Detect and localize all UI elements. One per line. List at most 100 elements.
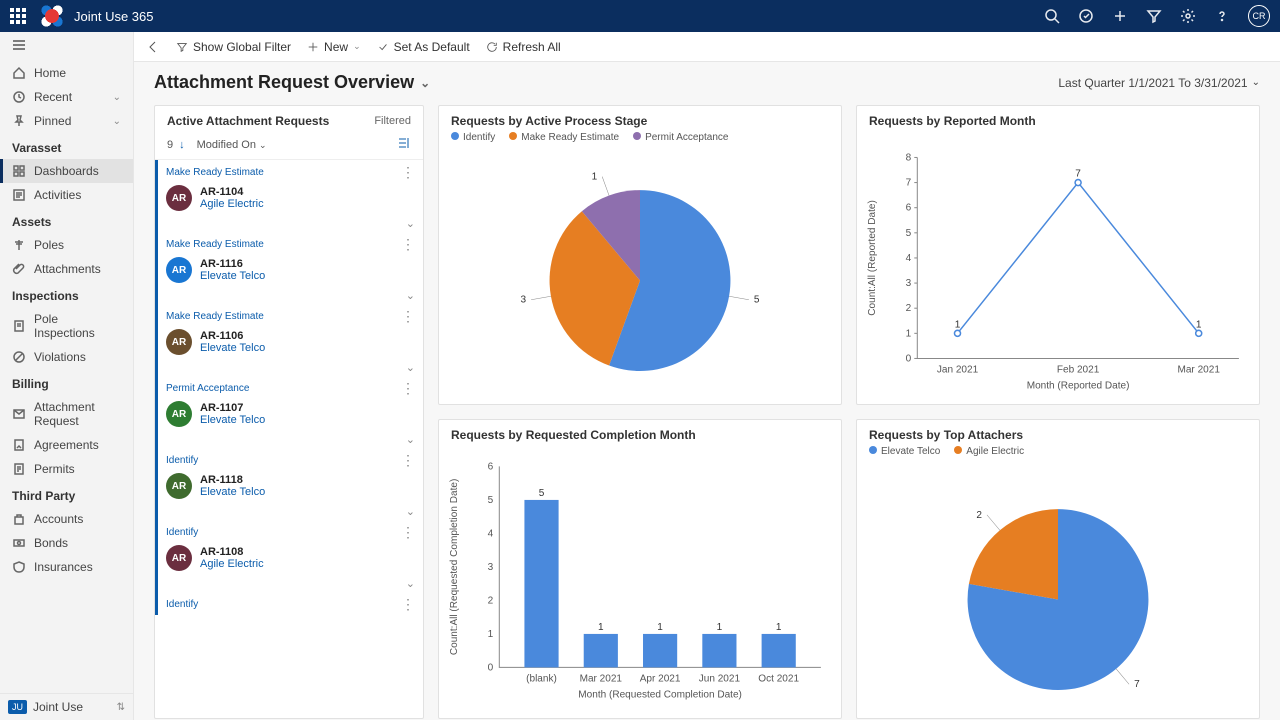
svg-text:3: 3	[488, 562, 494, 573]
svg-text:5: 5	[488, 495, 494, 506]
user-avatar[interactable]: CR	[1248, 5, 1270, 27]
sidebar-label: Attachment Request	[34, 400, 121, 428]
sidebar-item-attachments[interactable]: Attachments	[0, 257, 133, 281]
sort-arrow-icon[interactable]: ↓	[179, 139, 185, 151]
more-icon[interactable]: ⋮	[401, 236, 415, 253]
company-link[interactable]: Elevate Telco	[200, 270, 265, 282]
clock-icon	[12, 90, 26, 104]
list-group-header[interactable]: Permit Acceptance⋮	[158, 376, 423, 399]
set-default-button[interactable]: Set As Default	[377, 40, 470, 54]
app-logo	[38, 2, 66, 30]
waffle-icon[interactable]	[10, 8, 26, 24]
sidebar-item-dashboards[interactable]: Dashboards	[0, 159, 133, 183]
date-range[interactable]: Last Quarter 1/1/2021 To 3/31/2021⌄	[1058, 76, 1260, 90]
svg-text:8: 8	[906, 152, 912, 163]
sidebar-item-pole-inspections[interactable]: Pole Inspections	[0, 307, 133, 345]
show-global-filter-button[interactable]: Show Global Filter	[176, 40, 291, 54]
sidebar-section-varasset: Varasset	[0, 133, 133, 159]
record-id: AR-1104	[200, 186, 264, 198]
list-group-header[interactable]: Make Ready Estimate⋮	[158, 160, 423, 183]
svg-text:4: 4	[488, 528, 494, 539]
chevron-updown-icon: ⇅	[117, 702, 125, 713]
list-group-header[interactable]: Make Ready Estimate⋮	[158, 304, 423, 327]
more-icon[interactable]: ⋮	[401, 452, 415, 469]
sidebar-item-attachment-request[interactable]: Attachment Request	[0, 395, 133, 433]
card-title-text: Requests by Active Process Stage	[451, 114, 647, 128]
list-item[interactable]: ARAR-1118Elevate Telco	[158, 471, 423, 505]
avatar: AR	[166, 185, 192, 211]
sidebar-item-pinned[interactable]: Pinned⌄	[0, 109, 133, 133]
gear-icon[interactable]	[1180, 8, 1196, 24]
avatar: AR	[166, 545, 192, 571]
list-item[interactable]: ARAR-1108Agile Electric	[158, 543, 423, 577]
sidebar-label: Violations	[34, 350, 86, 364]
expand-icon[interactable]: ⌄	[158, 217, 423, 232]
activity-icon	[12, 188, 26, 202]
sidebar-footer[interactable]: JU Joint Use ⇅	[0, 693, 133, 720]
refresh-all-button[interactable]: Refresh All	[486, 40, 561, 54]
company-link[interactable]: Agile Electric	[200, 558, 264, 570]
list-item[interactable]: ARAR-1107Elevate Telco	[158, 399, 423, 433]
list-group-header[interactable]: Identify⋮	[158, 520, 423, 543]
sidebar-label: Dashboards	[34, 164, 99, 178]
expand-icon[interactable]: ⌄	[158, 361, 423, 376]
more-icon[interactable]: ⋮	[401, 380, 415, 397]
svg-text:1: 1	[906, 328, 912, 339]
list-group-header[interactable]: Make Ready Estimate⋮	[158, 232, 423, 255]
expand-icon[interactable]: ⌄	[158, 505, 423, 520]
filter-icon[interactable]	[1146, 8, 1162, 24]
sidebar-item-permits[interactable]: Permits	[0, 457, 133, 481]
sidebar-item-violations[interactable]: Violations	[0, 345, 133, 369]
expand-icon[interactable]: ⌄	[158, 289, 423, 304]
sort-field[interactable]: Modified On ⌄	[197, 139, 267, 151]
sidebar-label: Home	[34, 66, 66, 80]
company-link[interactable]: Elevate Telco	[200, 342, 265, 354]
company-link[interactable]: Agile Electric	[200, 198, 264, 210]
more-icon[interactable]: ⋮	[401, 524, 415, 541]
new-button[interactable]: New⌄	[307, 40, 361, 54]
pie-stage-legend: Identify Make Ready Estimate Permit Acce…	[439, 132, 841, 147]
hamburger-icon[interactable]	[0, 32, 133, 61]
more-icon[interactable]: ⋮	[401, 596, 415, 613]
more-icon[interactable]: ⋮	[401, 164, 415, 181]
svg-text:1: 1	[717, 622, 723, 633]
permit-icon	[12, 462, 26, 476]
list-item[interactable]: ARAR-1116Elevate Telco	[158, 255, 423, 289]
sidebar-item-poles[interactable]: Poles	[0, 233, 133, 257]
list-group-header[interactable]: Identify⋮	[158, 592, 423, 615]
sidebar-item-home[interactable]: Home	[0, 61, 133, 85]
expand-icon[interactable]: ⌄	[158, 577, 423, 592]
inspection-icon	[12, 319, 26, 333]
agreement-icon	[12, 438, 26, 452]
list-group-header[interactable]: Identify⋮	[158, 448, 423, 471]
company-link[interactable]: Elevate Telco	[200, 486, 265, 498]
sidebar-item-insurances[interactable]: Insurances	[0, 555, 133, 579]
area-badge: JU	[8, 700, 27, 714]
more-icon[interactable]: ⋮	[401, 308, 415, 325]
svg-text:0: 0	[906, 353, 912, 364]
avatar: AR	[166, 401, 192, 427]
page-title[interactable]: Attachment Request Overview⌄	[154, 72, 430, 93]
sidebar-item-activities[interactable]: Activities	[0, 183, 133, 207]
plus-icon[interactable]	[1112, 8, 1128, 24]
accounts-icon	[12, 512, 26, 526]
company-link[interactable]: Elevate Telco	[200, 414, 265, 426]
card-top-attachers: Requests by Top Attachers Elevate Telco …	[856, 419, 1260, 719]
main-area: Show Global Filter New⌄ Set As Default R…	[134, 32, 1280, 720]
svg-text:Month (Reported Date): Month (Reported Date)	[1027, 381, 1130, 392]
svg-text:0: 0	[488, 662, 494, 673]
sidebar-item-bonds[interactable]: Bonds	[0, 531, 133, 555]
help-icon[interactable]	[1214, 8, 1230, 24]
sidebar-item-recent[interactable]: Recent⌄	[0, 85, 133, 109]
sidebar-item-agreements[interactable]: Agreements	[0, 433, 133, 457]
back-button[interactable]	[146, 40, 160, 54]
list-item[interactable]: AR AR-1104Agile Electric	[158, 183, 423, 217]
list-view-icon[interactable]	[397, 136, 411, 153]
list-item[interactable]: ARAR-1106Elevate Telco	[158, 327, 423, 361]
search-icon[interactable]	[1044, 8, 1060, 24]
sidebar-item-accounts[interactable]: Accounts	[0, 507, 133, 531]
task-icon[interactable]	[1078, 8, 1094, 24]
sidebar-section-billing: Billing	[0, 369, 133, 395]
expand-icon[interactable]: ⌄	[158, 433, 423, 448]
chevron-down-icon: ⌄	[420, 76, 430, 90]
